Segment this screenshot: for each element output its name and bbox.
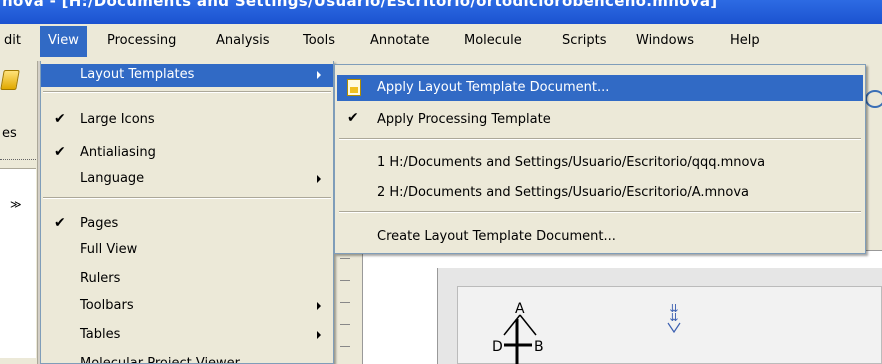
vertical-ruler [336, 250, 356, 364]
expand-icon[interactable]: ≫ [10, 198, 22, 211]
title-bar: nova - [H:/Documents and Settings/Usuari… [0, 0, 882, 24]
submenu-arrow-icon [317, 71, 321, 79]
checkmark-icon: ✔ [54, 215, 66, 231]
dotted-divider [0, 159, 36, 160]
view-menu-item-tables[interactable]: Tables [41, 324, 333, 347]
atom-label-b: B [534, 339, 544, 355]
menu-item-label: Molecular Project Viewer [80, 356, 241, 364]
menu-separator [43, 91, 331, 93]
submenu-arrow-icon [317, 175, 321, 183]
submenu-item-create-layout-template[interactable]: Create Layout Template Document... [337, 224, 863, 250]
atom-label-d: D [492, 339, 503, 355]
menu-item-label: Apply Layout Template Document... [377, 80, 610, 95]
window-title: nova - [H:/Documents and Settings/Usuari… [2, 0, 718, 10]
atom-label-a: A [515, 301, 525, 317]
menu-item-label: Antialiasing [80, 145, 156, 160]
menu-item-label: Create Layout Template Document... [377, 229, 616, 244]
view-menu-item-layout-templates[interactable]: Layout Templates [41, 64, 333, 87]
molecule-drawing[interactable]: A D B [490, 301, 550, 364]
document-icon [347, 79, 361, 96]
submenu-item-apply-processing-template[interactable]: ✔ Apply Processing Template [337, 107, 863, 133]
menu-edit[interactable]: dit [4, 33, 21, 48]
menu-view[interactable]: View [40, 26, 87, 57]
refresh-icon[interactable] [865, 90, 882, 108]
menu-item-label: 2 H:/Documents and Settings/Usuario/Escr… [377, 185, 750, 200]
panel-tab-label[interactable]: es [2, 126, 17, 141]
page-margin [362, 250, 370, 364]
view-menu-item-language[interactable]: Language [41, 168, 333, 191]
molecule-fragment-icon[interactable]: ⇊ ⇊ [664, 303, 684, 364]
menu-item-label: 1 H:/Documents and Settings/Usuario/Escr… [377, 155, 766, 170]
view-menu-item-toolbars[interactable]: Toolbars [41, 295, 333, 318]
menu-item-label: Full View [80, 242, 138, 257]
checkmark-icon: ✔ [54, 144, 66, 160]
menu-item-label: Large Icons [80, 112, 155, 127]
menu-separator [339, 138, 861, 140]
submenu-arrow-icon [317, 331, 321, 339]
menu-separator [43, 197, 331, 199]
view-menu-item-rulers[interactable]: Rulers [41, 268, 333, 291]
view-menu-item-pages[interactable]: ✔ Pages [41, 213, 333, 236]
menu-item-label: Rulers [80, 271, 121, 286]
layout-templates-submenu: Apply Layout Template Document... ✔ Appl… [334, 64, 866, 254]
submenu-item-recent-1[interactable]: 1 H:/Documents and Settings/Usuario/Escr… [337, 150, 863, 176]
menu-scripts[interactable]: Scripts [562, 33, 606, 48]
menu-item-label: Pages [80, 216, 119, 231]
menu-annotate[interactable]: Annotate [370, 33, 429, 48]
menu-molecule[interactable]: Molecule [464, 33, 522, 48]
view-menu-item-full-view[interactable]: Full View [41, 239, 333, 262]
view-menu-item-large-icons[interactable]: ✔ Large Icons [41, 109, 333, 132]
menu-processing[interactable]: Processing [107, 33, 176, 48]
menu-item-label: Toolbars [80, 298, 134, 313]
submenu-item-recent-2[interactable]: 2 H:/Documents and Settings/Usuario/Escr… [337, 180, 863, 206]
menu-bar: dit View Processing Analysis Tools Annot… [0, 24, 882, 61]
menu-windows[interactable]: Windows [636, 33, 694, 48]
menu-item-label: Tables [80, 327, 121, 342]
chevron-down-icon [667, 322, 681, 334]
menu-item-label: Language [80, 171, 145, 186]
submenu-arrow-icon [317, 302, 321, 310]
menu-help[interactable]: Help [730, 33, 760, 48]
view-menu-item-antialiasing[interactable]: ✔ Antialiasing [41, 142, 333, 165]
view-menu-dropdown: Layout Templates ✔ Large Icons ✔ Antiali… [40, 61, 334, 364]
checkmark-icon: ✔ [347, 110, 359, 126]
menu-separator [339, 211, 861, 213]
menu-tools[interactable]: Tools [303, 33, 335, 48]
checkmark-icon: ✔ [54, 111, 66, 127]
menu-item-label: Layout Templates [80, 67, 195, 82]
submenu-item-apply-layout-template[interactable]: Apply Layout Template Document... [337, 75, 863, 101]
menu-item-label: Apply Processing Template [377, 112, 551, 127]
view-menu-item-molecular-project-viewer[interactable]: Molecular Project Viewer [41, 353, 333, 364]
side-panel [0, 168, 36, 358]
menu-analysis[interactable]: Analysis [216, 33, 270, 48]
